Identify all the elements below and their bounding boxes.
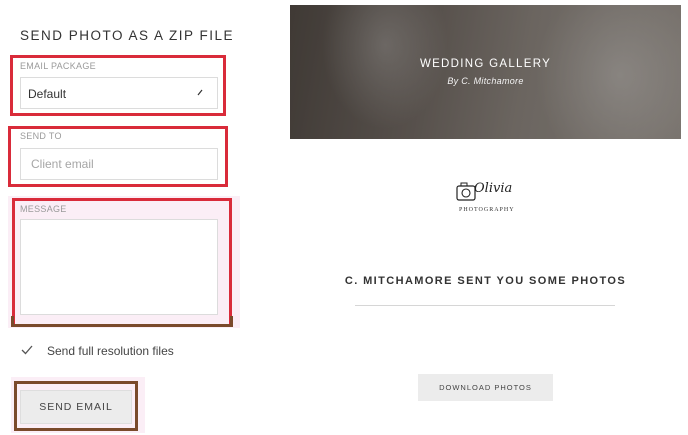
message-highlight-brown bbox=[11, 316, 233, 327]
email-package-label: EMAIL PACKAGE bbox=[20, 61, 96, 71]
message-label: MESSAGE bbox=[20, 204, 67, 214]
gallery-byline: By C. Mitchamore bbox=[447, 76, 524, 86]
send-to-placeholder: Client email bbox=[31, 157, 94, 171]
email-package-value: Default bbox=[28, 87, 67, 101]
full-resolution-label[interactable]: Send full resolution files bbox=[47, 344, 174, 358]
gallery-cover-image: WEDDING GALLERY By C. Mitchamore bbox=[290, 5, 681, 139]
send-email-button[interactable]: SEND EMAIL bbox=[20, 390, 132, 424]
sent-message: C. MITCHAMORE SENT YOU SOME PHOTOS bbox=[344, 275, 627, 287]
download-photos-button[interactable]: DOWNLOAD PHOTOS bbox=[418, 374, 553, 401]
panel-title: SEND PHOTO AS A ZIP FILE bbox=[20, 28, 235, 43]
logo-sub-text: PHOTOGRAPHY bbox=[459, 207, 515, 213]
gallery-title: WEDDING GALLERY bbox=[419, 58, 552, 70]
checkmark-icon[interactable] bbox=[19, 342, 35, 358]
message-textarea[interactable] bbox=[20, 219, 218, 315]
send-to-label: SEND TO bbox=[20, 131, 62, 141]
divider bbox=[355, 305, 615, 306]
chevron-down-icon bbox=[197, 89, 203, 96]
logo-script-text: Olivia bbox=[474, 181, 513, 196]
cover-overlay bbox=[290, 5, 681, 139]
